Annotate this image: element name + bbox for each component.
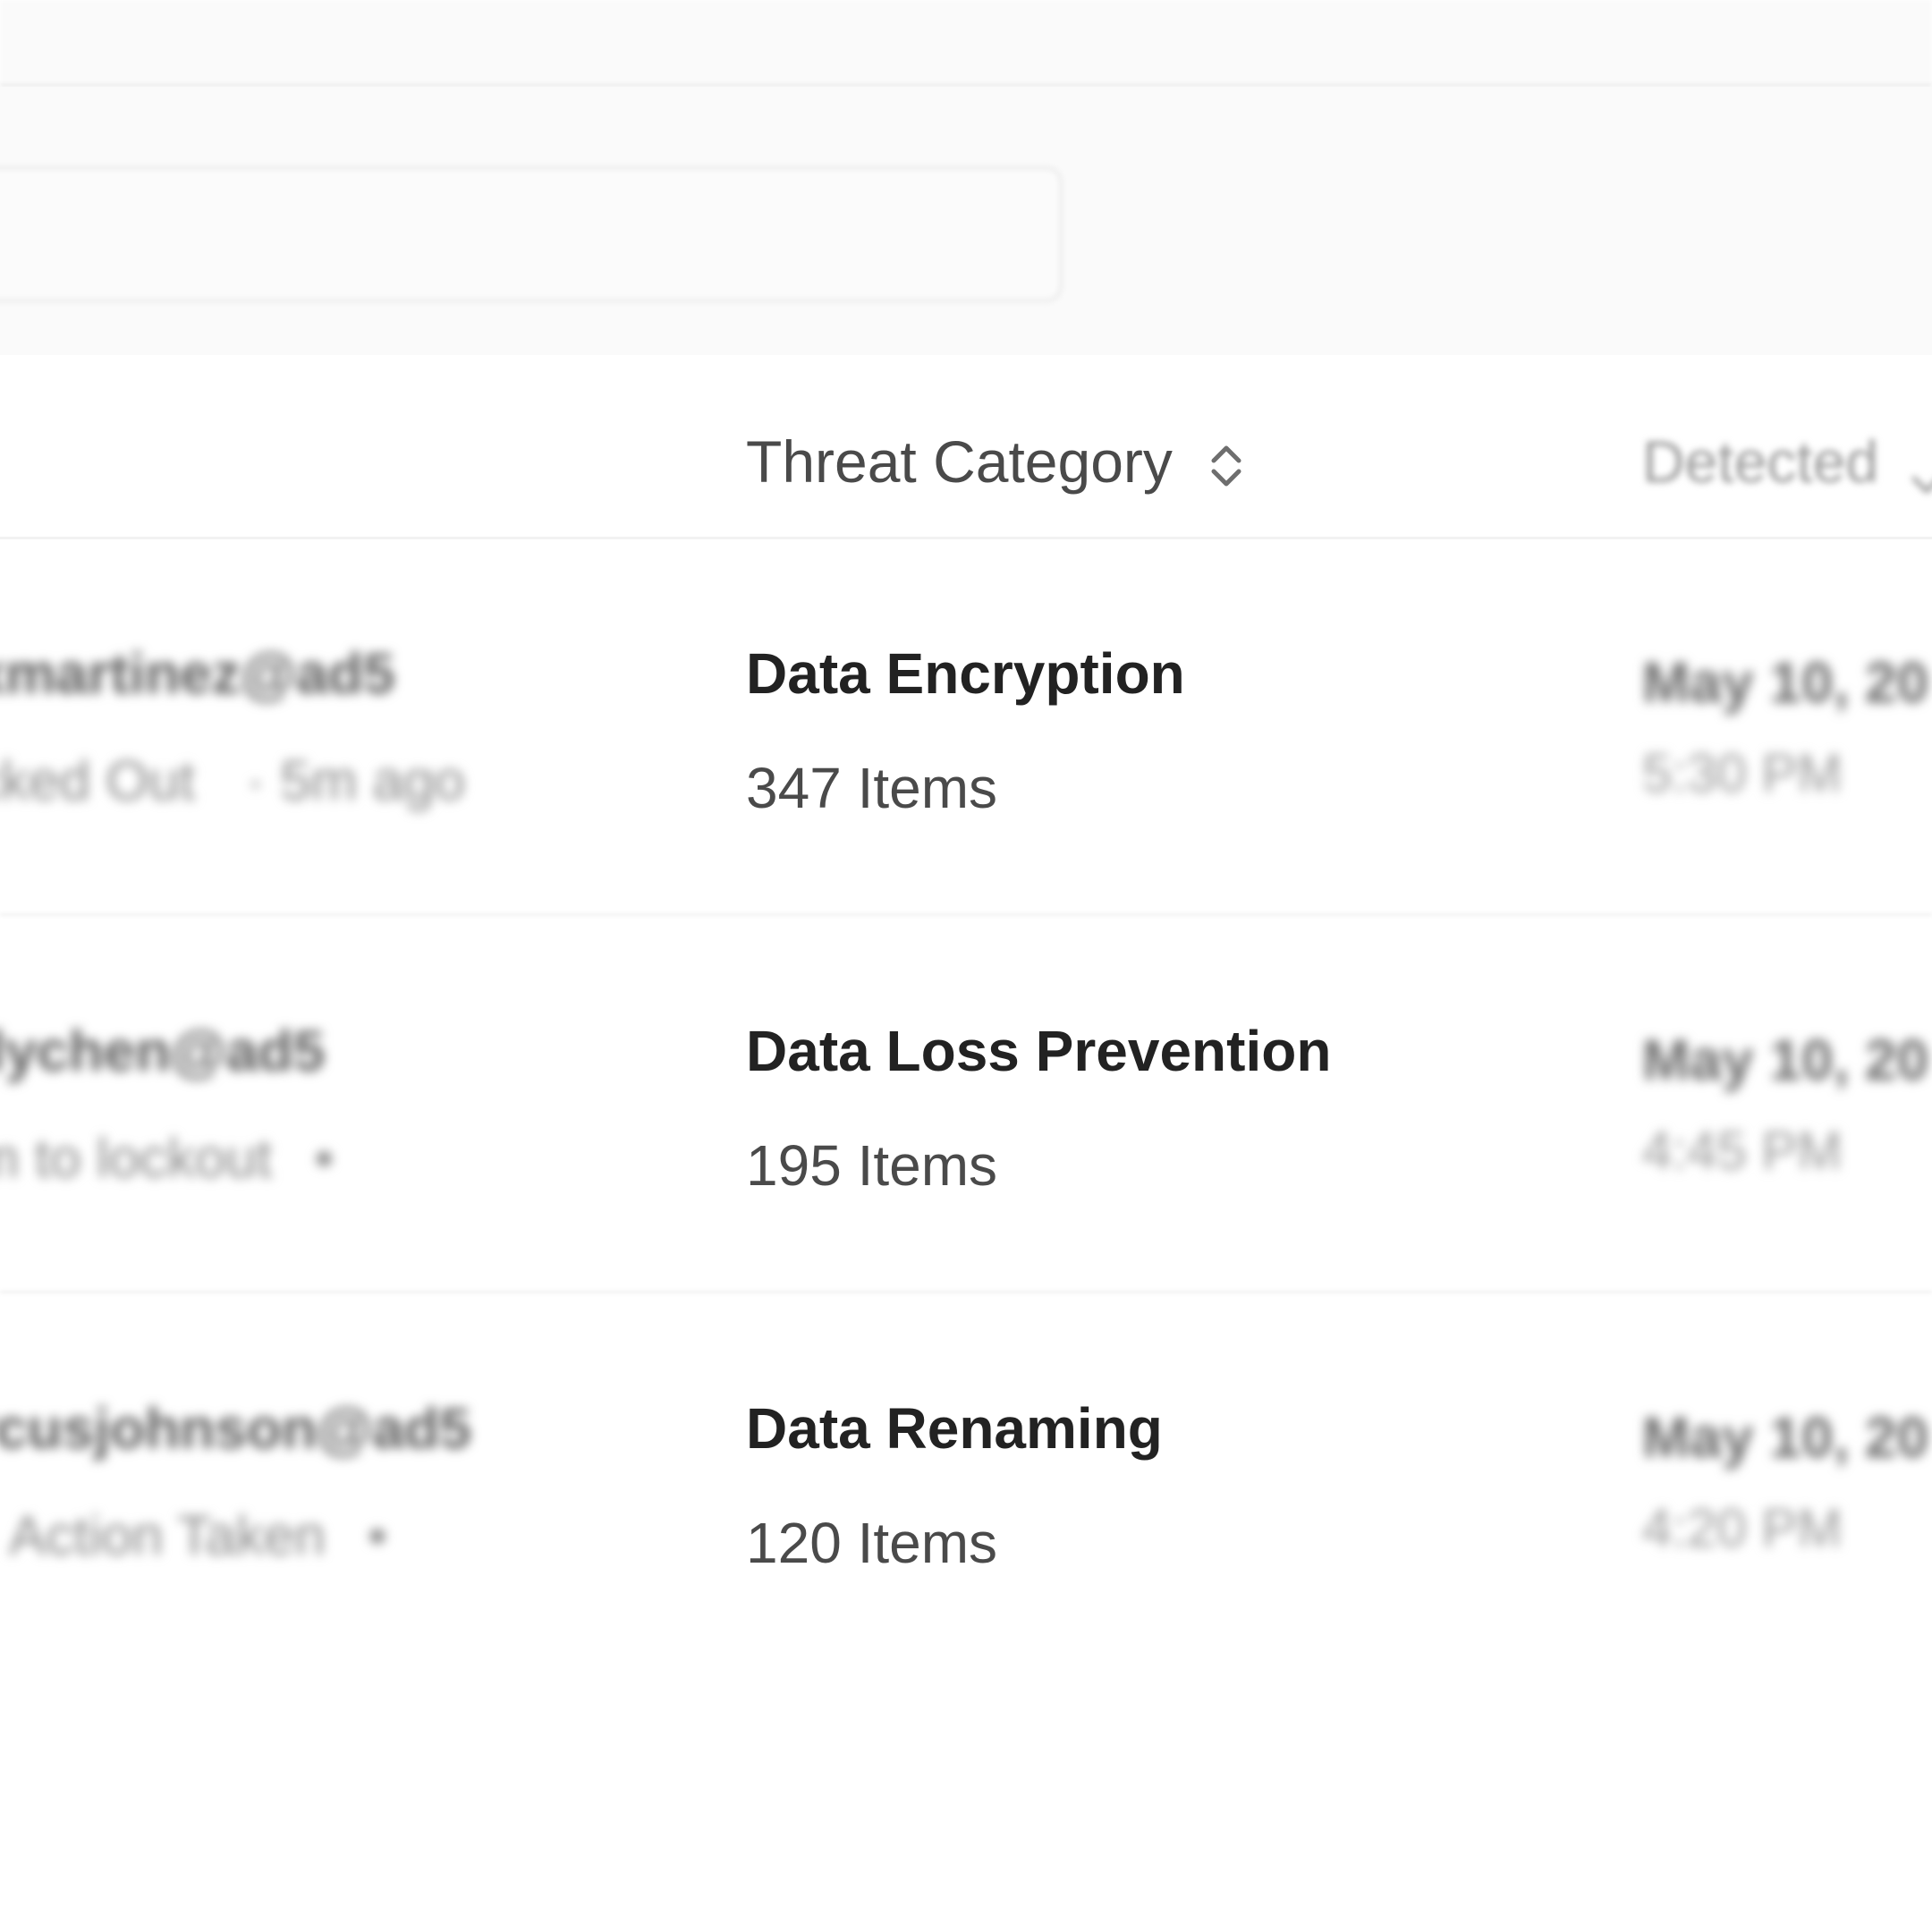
column-header-threat-category[interactable]: Threat Category — [746, 428, 1244, 496]
status-label: Action Taken — [9, 1505, 326, 1567]
threat-category-name[interactable]: Data Encryption — [746, 640, 1185, 707]
row-divider — [0, 1291, 1932, 1293]
table-row[interactable]: xmartinez@ad5 cked Out · 5m ago Data Enc… — [0, 540, 1932, 916]
status-label: m to lockout — [0, 1128, 273, 1190]
column-header-label: Detected — [1642, 428, 1879, 495]
column-header-label: Threat Category — [746, 428, 1173, 495]
user-email: ilychen@ad5 — [0, 1019, 326, 1083]
status-label: cked Out — [0, 750, 196, 812]
threat-category-name[interactable]: Data Loss Prevention — [746, 1018, 1331, 1084]
user-email: xmartinez@ad5 — [0, 641, 395, 706]
row-divider — [0, 913, 1932, 916]
detected-date: May 10, 20 — [1642, 1405, 1929, 1470]
status-time: • — [368, 1505, 387, 1567]
status-time: • — [314, 1128, 335, 1190]
threat-table-view: Threat Category Detected xmartinez@ad5 c… — [0, 0, 1932, 1932]
user-status: cked Out · 5m ago — [0, 750, 465, 813]
status-time: · 5m ago — [246, 750, 466, 812]
user-status: m to lockout • — [0, 1127, 334, 1191]
detected-date: May 10, 20 — [1642, 650, 1929, 715]
detected-time: 4:45 PM — [1642, 1121, 1843, 1181]
detected-time: 5:30 PM — [1642, 743, 1843, 803]
table-row[interactable]: ilychen@ad5 m to lockout • Data Loss Pre… — [0, 918, 1932, 1293]
threat-item-count: 120 Items — [746, 1511, 998, 1575]
detected-time: 4:20 PM — [1642, 1498, 1843, 1558]
threat-category-name[interactable]: Data Renaming — [746, 1395, 1163, 1462]
user-status: Action Taken • — [0, 1504, 387, 1568]
search-input[interactable] — [0, 166, 1063, 302]
detected-date: May 10, 20 — [1642, 1028, 1929, 1092]
table-row[interactable]: rcusjohnson@ad5 Action Taken • Data Rena… — [0, 1295, 1932, 1671]
column-header-detected[interactable]: Detected — [1642, 428, 1932, 496]
threat-item-count: 347 Items — [746, 756, 998, 820]
threat-item-count: 195 Items — [746, 1133, 998, 1198]
top-toolbar — [0, 0, 1932, 87]
sort-icon[interactable] — [1208, 436, 1244, 487]
user-email: rcusjohnson@ad5 — [0, 1396, 471, 1461]
chevron-down-icon[interactable] — [1911, 445, 1932, 494]
